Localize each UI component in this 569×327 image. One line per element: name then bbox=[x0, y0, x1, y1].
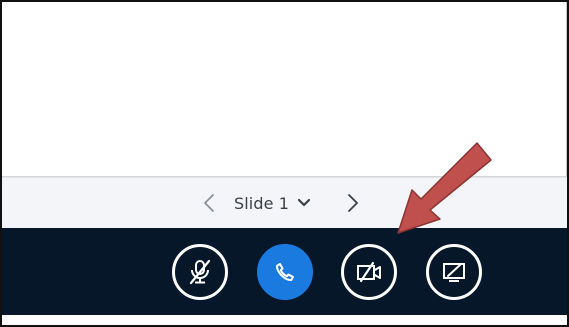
presentation-area bbox=[2, 2, 567, 177]
app-window: Slide 1 bbox=[0, 0, 569, 327]
chevron-left-icon bbox=[204, 194, 214, 212]
slide-label: Slide 1 bbox=[234, 193, 290, 213]
bottom-strip bbox=[2, 315, 567, 325]
share-screen-button[interactable] bbox=[426, 244, 482, 300]
next-slide-button[interactable] bbox=[342, 190, 364, 216]
slide-selector-dropdown[interactable]: Slide 1 bbox=[234, 190, 311, 216]
screen-share-off-icon bbox=[443, 263, 465, 282]
chevron-right-icon bbox=[348, 194, 358, 212]
media-control-bar bbox=[2, 228, 567, 315]
previous-slide-button[interactable] bbox=[198, 190, 220, 216]
slide-navigation-bar: Slide 1 bbox=[2, 177, 567, 228]
video-camera-off-icon bbox=[357, 261, 381, 283]
slide-canvas bbox=[2, 2, 567, 177]
chevron-down-icon bbox=[297, 198, 311, 207]
leave-audio-button[interactable] bbox=[257, 244, 313, 300]
phone-icon bbox=[276, 263, 294, 281]
mute-microphone-button[interactable] bbox=[172, 244, 228, 300]
share-webcam-button[interactable] bbox=[341, 244, 397, 300]
microphone-muted-icon bbox=[189, 259, 211, 285]
